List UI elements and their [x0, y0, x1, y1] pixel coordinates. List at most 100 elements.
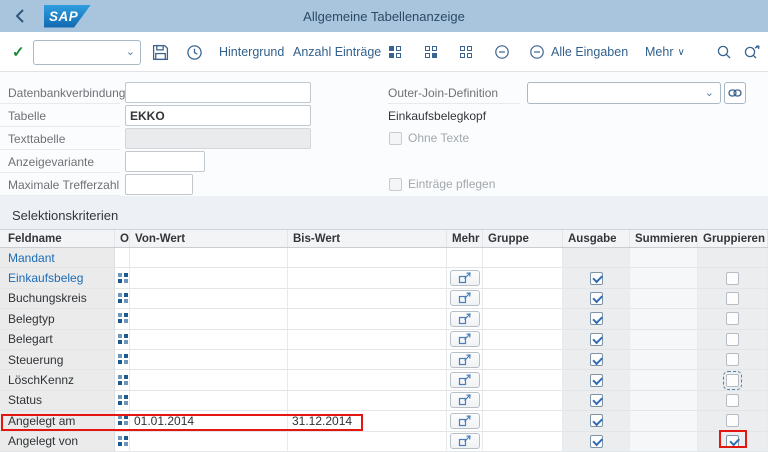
gruppe-cell[interactable]	[483, 391, 563, 411]
bis-wert-cell[interactable]	[288, 432, 447, 452]
deselect-block-icon[interactable]	[494, 32, 510, 72]
gruppe-cell[interactable]	[483, 268, 563, 288]
bis-wert-cell[interactable]: 31.12.2014	[288, 411, 447, 431]
gruppieren-checkbox[interactable]	[726, 292, 739, 305]
ausgabe-checkbox[interactable]	[590, 353, 603, 366]
gruppe-cell[interactable]	[483, 330, 563, 350]
ausgabe-checkbox[interactable]	[590, 272, 603, 285]
search-next-icon[interactable]	[743, 32, 761, 72]
multiple-selection-button[interactable]	[450, 433, 480, 449]
bis-wert-cell[interactable]	[288, 289, 447, 309]
search-icon[interactable]	[716, 32, 732, 72]
hintergrund-button[interactable]: Hintergrund	[219, 32, 284, 72]
von-wert-cell[interactable]	[130, 330, 288, 350]
schedule-clock-icon[interactable]	[186, 32, 203, 72]
gruppe-cell[interactable]	[483, 370, 563, 390]
anzahl-eintraege-button[interactable]: Anzahl Einträge	[293, 32, 381, 72]
bis-wert-cell[interactable]	[288, 330, 447, 350]
selection-blocks-mixed-icon[interactable]	[424, 32, 438, 72]
command-input[interactable]	[38, 42, 122, 63]
selection-option-cell[interactable]	[115, 432, 130, 452]
join-link-button[interactable]	[724, 82, 746, 104]
ausgabe-cell	[563, 370, 630, 390]
ausgabe-checkbox[interactable]	[590, 333, 603, 346]
multiple-selection-button[interactable]	[450, 290, 480, 306]
confirm-icon[interactable]: ✓	[12, 32, 25, 72]
ausgabe-cell	[563, 289, 630, 309]
back-icon[interactable]	[10, 7, 28, 25]
selection-option-cell[interactable]	[115, 370, 130, 390]
selection-option-cell[interactable]	[115, 411, 130, 431]
multiple-selection-button[interactable]	[450, 372, 480, 388]
selection-option-cell[interactable]	[115, 248, 130, 268]
table-row: Einkaufsbeleg	[0, 268, 768, 288]
ausgabe-checkbox[interactable]	[590, 435, 603, 448]
save-icon[interactable]	[152, 32, 169, 72]
gruppieren-checkbox[interactable]	[726, 272, 739, 285]
von-wert-cell[interactable]	[130, 432, 288, 452]
gruppieren-checkbox[interactable]	[726, 394, 739, 407]
bis-wert-cell[interactable]	[288, 350, 447, 370]
command-combobox[interactable]: ⌄	[33, 40, 141, 65]
multiple-selection-button[interactable]	[450, 311, 480, 327]
von-wert-cell[interactable]	[130, 248, 288, 268]
selection-blocks-outline-icon[interactable]	[459, 32, 473, 72]
selection-blocks-filled-icon[interactable]	[388, 32, 402, 72]
gruppieren-checkbox[interactable]	[726, 312, 739, 325]
bis-wert-cell[interactable]	[288, 391, 447, 411]
multiple-selection-button[interactable]	[450, 270, 480, 286]
maximale-trefferzahl-input[interactable]	[125, 174, 193, 195]
von-wert-cell[interactable]: 01.01.2014	[130, 411, 288, 431]
bis-wert-cell[interactable]	[288, 248, 447, 268]
von-wert-cell[interactable]	[130, 350, 288, 370]
ausgabe-checkbox[interactable]	[590, 374, 603, 387]
gruppieren-checkbox[interactable]	[726, 435, 739, 448]
gruppe-cell[interactable]	[483, 350, 563, 370]
multiple-selection-button[interactable]	[450, 413, 480, 429]
datenbankverbindung-input[interactable]	[125, 82, 311, 103]
gruppe-cell[interactable]	[483, 309, 563, 329]
von-wert-cell[interactable]	[130, 289, 288, 309]
alle-eingaben-button[interactable]: Alle Eingaben	[551, 32, 628, 72]
selection-option-cell[interactable]	[115, 309, 130, 329]
selection-option-cell[interactable]	[115, 268, 130, 288]
gruppieren-checkbox[interactable]	[726, 374, 739, 387]
deselect-all-icon[interactable]	[529, 32, 545, 72]
field-name-label[interactable]: Mandant	[8, 251, 55, 265]
gruppe-cell[interactable]	[483, 432, 563, 452]
gruppe-cell[interactable]	[483, 411, 563, 431]
gruppieren-checkbox[interactable]	[726, 414, 739, 427]
gruppe-cell[interactable]	[483, 248, 563, 268]
selection-option-cell[interactable]	[115, 330, 130, 350]
chevron-down-icon[interactable]: ⌄	[705, 86, 714, 99]
multiple-selection-button[interactable]	[450, 392, 480, 408]
outer-join-combobox[interactable]: ⌄	[527, 82, 721, 104]
gruppieren-checkbox[interactable]	[726, 353, 739, 366]
selection-option-cell[interactable]	[115, 391, 130, 411]
mehr-menu-button[interactable]: Mehr∨	[645, 32, 685, 72]
tabelle-input[interactable]	[125, 105, 311, 126]
bis-wert-cell[interactable]	[288, 268, 447, 288]
ausgabe-checkbox[interactable]	[590, 414, 603, 427]
von-wert-cell[interactable]	[130, 391, 288, 411]
von-wert-cell[interactable]	[130, 309, 288, 329]
multiple-selection-button[interactable]	[450, 331, 480, 347]
eintraege-pflegen-label: Einträge pflegen	[408, 177, 495, 191]
ausgabe-checkbox[interactable]	[590, 292, 603, 305]
von-wert-cell[interactable]	[130, 268, 288, 288]
ausgabe-checkbox[interactable]	[590, 394, 603, 407]
multiple-selection-button[interactable]	[450, 352, 480, 368]
bis-wert-value: 31.12.2014	[292, 414, 352, 428]
chevron-down-icon[interactable]: ⌄	[126, 45, 135, 58]
bis-wert-cell[interactable]	[288, 309, 447, 329]
von-wert-cell[interactable]	[130, 370, 288, 390]
anzeigevariante-input[interactable]	[125, 151, 205, 172]
gruppieren-checkbox[interactable]	[726, 333, 739, 346]
ausgabe-checkbox[interactable]	[590, 312, 603, 325]
field-name-label[interactable]: Einkaufsbeleg	[8, 271, 83, 285]
selection-option-cell[interactable]	[115, 289, 130, 309]
selection-option-cell[interactable]	[115, 350, 130, 370]
bis-wert-cell[interactable]	[288, 370, 447, 390]
column-header-gruppe: Gruppe	[483, 230, 563, 247]
gruppe-cell[interactable]	[483, 289, 563, 309]
